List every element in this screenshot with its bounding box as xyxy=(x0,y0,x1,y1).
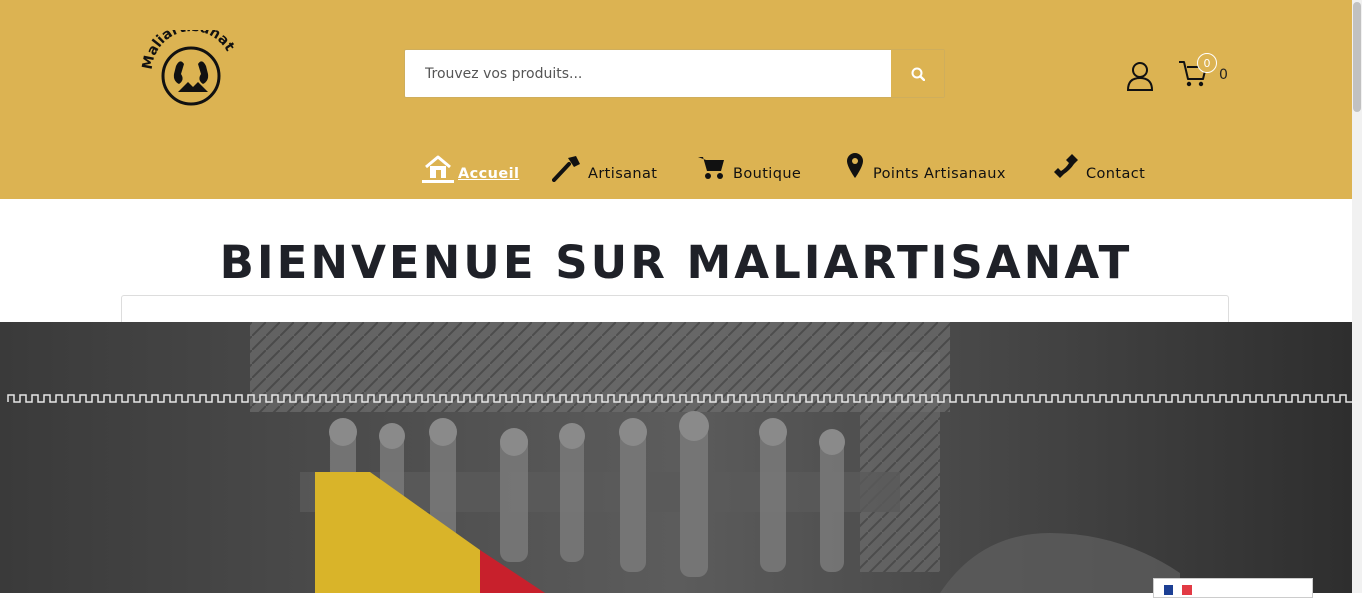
nav-item-contact[interactable]: Contact xyxy=(1050,148,1145,188)
nav-item-boutique[interactable]: Boutique xyxy=(697,148,801,188)
search-button[interactable] xyxy=(891,50,944,97)
active-nav-indicator xyxy=(422,180,454,183)
page-scrollbar[interactable] xyxy=(1352,0,1362,593)
svg-text:Maliartisanat: Maliartisanat xyxy=(140,30,238,71)
cart-icon xyxy=(698,157,724,179)
search-input[interactable] xyxy=(405,50,891,97)
site-logo[interactable]: Maliartisanat xyxy=(140,19,240,110)
cart-count: 0 xyxy=(1219,67,1228,83)
hero-banner xyxy=(0,322,1352,593)
nav-label: Points Artisanaux xyxy=(873,166,1006,182)
search-icon xyxy=(911,67,925,81)
nav-label: Artisanat xyxy=(588,166,658,182)
scrollbar-thumb[interactable] xyxy=(1353,2,1361,112)
search-bar xyxy=(404,49,945,98)
nav-label: Accueil xyxy=(458,166,520,182)
hero-image xyxy=(0,322,1352,593)
hammer-icon xyxy=(552,156,580,182)
nav-label: Boutique xyxy=(733,166,802,182)
page-title: BIENVENUE SUR MALIARTISANAT xyxy=(219,236,1133,289)
cart-badge: 0 xyxy=(1197,53,1217,73)
nav-item-points-artisanaux[interactable]: Points Artisanaux xyxy=(845,148,1006,188)
user-account-icon[interactable] xyxy=(1126,61,1154,91)
site-header: Maliartisanat 0 xyxy=(0,0,1352,199)
home-icon xyxy=(425,155,451,178)
phone-icon xyxy=(1054,154,1078,178)
main-nav: Accueil Artisanat Boutique Points Artisa… xyxy=(0,148,1352,188)
map-pin-icon xyxy=(847,153,863,178)
nav-item-artisanat[interactable]: Artisanat xyxy=(552,148,657,188)
nav-label: Contact xyxy=(1086,166,1146,182)
language-selector[interactable] xyxy=(1153,578,1313,598)
french-flag-icon xyxy=(1164,585,1192,595)
